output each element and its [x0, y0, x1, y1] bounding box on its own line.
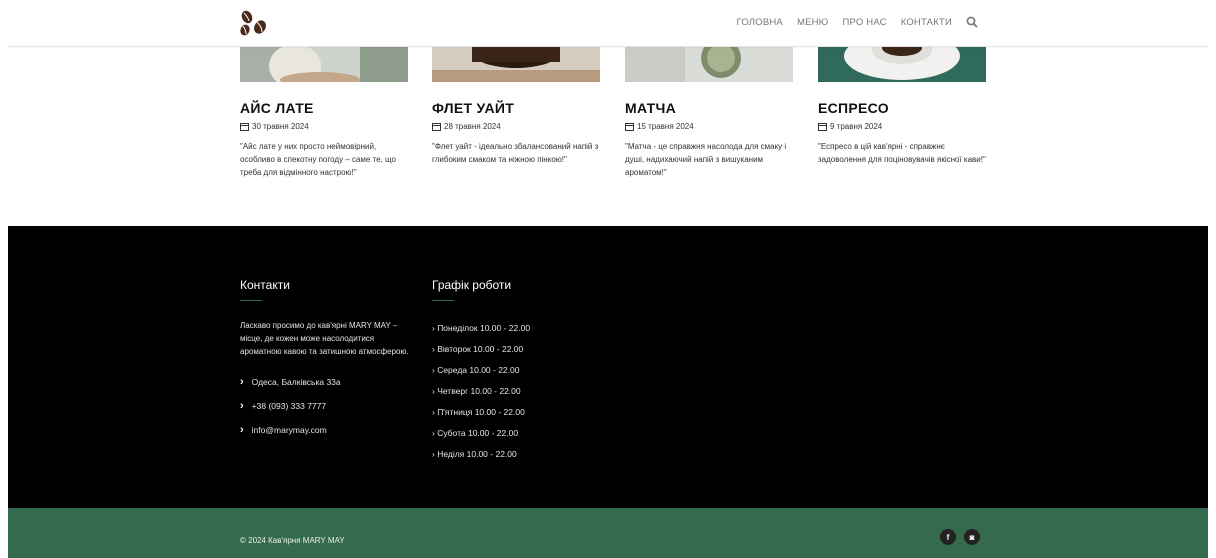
calendar-icon	[432, 123, 441, 131]
post-image-matcha[interactable]	[625, 46, 793, 82]
chevron-right-icon: ›	[240, 400, 244, 412]
hours-item-friday: › П'ятниця 10.00 - 22.00	[432, 407, 525, 417]
calendar-icon	[818, 123, 827, 131]
post-date-text: 9 травня 2024	[830, 122, 883, 131]
facebook-icon[interactable]: f	[940, 529, 956, 545]
hours-item-tuesday: › Вівторок 10.00 - 22.00	[432, 344, 524, 354]
copyright-text: © 2024 Кав'ярня MARY MAY	[240, 536, 345, 545]
phone-text[interactable]: +38 (093) 333 7777	[252, 401, 326, 411]
post-title[interactable]: ФЛЕТ УАЙТ	[432, 100, 600, 116]
site-header: ГОЛОВНА МЕНЮ ПРО НАС КОНТАКТИ	[0, 0, 1216, 47]
post-card-flat-white[interactable]: ФЛЕТ УАЙТ 28 травня 2024 "Флет уайт - ід…	[432, 46, 600, 166]
post-card-ice-latte[interactable]: АЙС ЛАТЕ 30 травня 2024 "Айс лате у них …	[240, 46, 408, 179]
page-frame-left	[0, 0, 8, 558]
post-date-text: 15 травня 2024	[637, 122, 694, 131]
post-date: 30 травня 2024	[240, 122, 408, 131]
post-excerpt: "Еспресо в цій кав'ярні - справжнє задов…	[818, 142, 986, 164]
heading-underline	[240, 300, 262, 301]
hours-item-monday: › Понеділок 10.00 - 22.00	[432, 323, 531, 333]
calendar-icon	[240, 123, 249, 131]
calendar-icon	[625, 123, 634, 131]
footer-hours: Графік роботи › Понеділок 10.00 - 22.00 …	[432, 226, 530, 470]
email-text[interactable]: info@marymay.com	[252, 425, 327, 435]
post-date: 28 травня 2024	[432, 122, 600, 131]
post-title[interactable]: АЙС ЛАТЕ	[240, 100, 408, 116]
contact-list: › Одеса, Балківська 33а › +38 (093) 333 …	[240, 376, 412, 436]
chevron-right-icon: ›	[240, 424, 244, 436]
hours-item-saturday: › Субота 10.00 - 22.00	[432, 428, 519, 438]
nav-home[interactable]: ГОЛОВНА	[737, 17, 783, 28]
hours-item-wednesday: › Середа 10.00 - 22.00	[432, 365, 520, 375]
contact-phone[interactable]: › +38 (093) 333 7777	[240, 400, 412, 412]
search-icon[interactable]	[966, 16, 978, 28]
post-date: 15 травня 2024	[625, 122, 793, 131]
nav-contacts[interactable]: КОНТАКТИ	[901, 17, 952, 28]
post-excerpt: "Айс лате у них просто неймовірний, особ…	[240, 142, 396, 177]
post-excerpt: "Флет уайт - ідеально збалансований напі…	[432, 142, 599, 164]
post-image-espresso[interactable]	[818, 46, 986, 82]
heading-underline	[432, 300, 454, 301]
post-date: 9 травня 2024	[818, 122, 986, 131]
hours-heading: Графік роботи	[432, 278, 512, 292]
post-date-text: 28 травня 2024	[444, 122, 501, 131]
hours-list: › Понеділок 10.00 - 22.00 › Вівторок 10.…	[432, 323, 530, 470]
footer-bottom-bar: © 2024 Кав'ярня MARY MAY f ◙	[0, 508, 1216, 558]
post-excerpt: "Матча - це справжня насолода для смаку …	[625, 142, 787, 177]
post-title[interactable]: МАТЧА	[625, 100, 793, 116]
coffee-beans-logo-icon[interactable]	[238, 10, 270, 38]
blog-posts: АЙС ЛАТЕ 30 травня 2024 "Айс лате у них …	[240, 46, 986, 226]
main-nav: ГОЛОВНА МЕНЮ ПРО НАС КОНТАКТИ	[737, 16, 978, 28]
contact-email[interactable]: › info@marymay.com	[240, 424, 412, 436]
contact-address: › Одеса, Балківська 33а	[240, 376, 412, 388]
footer-contacts: Контакти Ласкаво просимо до кав'ярні MAR…	[240, 226, 412, 436]
contacts-heading: Контакти	[240, 278, 290, 292]
post-image-ice-latte[interactable]	[240, 46, 408, 82]
post-card-matcha[interactable]: МАТЧА 15 травня 2024 "Матча - це справжн…	[625, 46, 793, 179]
social-links: f ◙	[940, 529, 980, 545]
footer-main: Контакти Ласкаво просимо до кав'ярні MAR…	[0, 226, 1216, 508]
contacts-intro: Ласкаво просимо до кав'ярні MARY MAY – м…	[240, 321, 409, 356]
hours-item-sunday: › Неділя 10.00 - 22.00	[432, 449, 517, 459]
chevron-right-icon: ›	[240, 376, 244, 388]
nav-menu[interactable]: МЕНЮ	[797, 17, 829, 28]
post-date-text: 30 травня 2024	[252, 122, 309, 131]
page-frame-right	[1208, 0, 1216, 558]
instagram-icon[interactable]: ◙	[964, 529, 980, 545]
nav-about[interactable]: ПРО НАС	[842, 17, 886, 28]
post-title[interactable]: ЕСПРЕСО	[818, 100, 986, 116]
post-image-flat-white[interactable]	[432, 46, 600, 82]
hours-item-thursday: › Четверг 10.00 - 22.00	[432, 386, 521, 396]
address-text: Одеса, Балківська 33а	[251, 377, 341, 387]
post-card-espresso[interactable]: ЕСПРЕСО 9 травня 2024 "Еспресо в цій кав…	[818, 46, 986, 166]
